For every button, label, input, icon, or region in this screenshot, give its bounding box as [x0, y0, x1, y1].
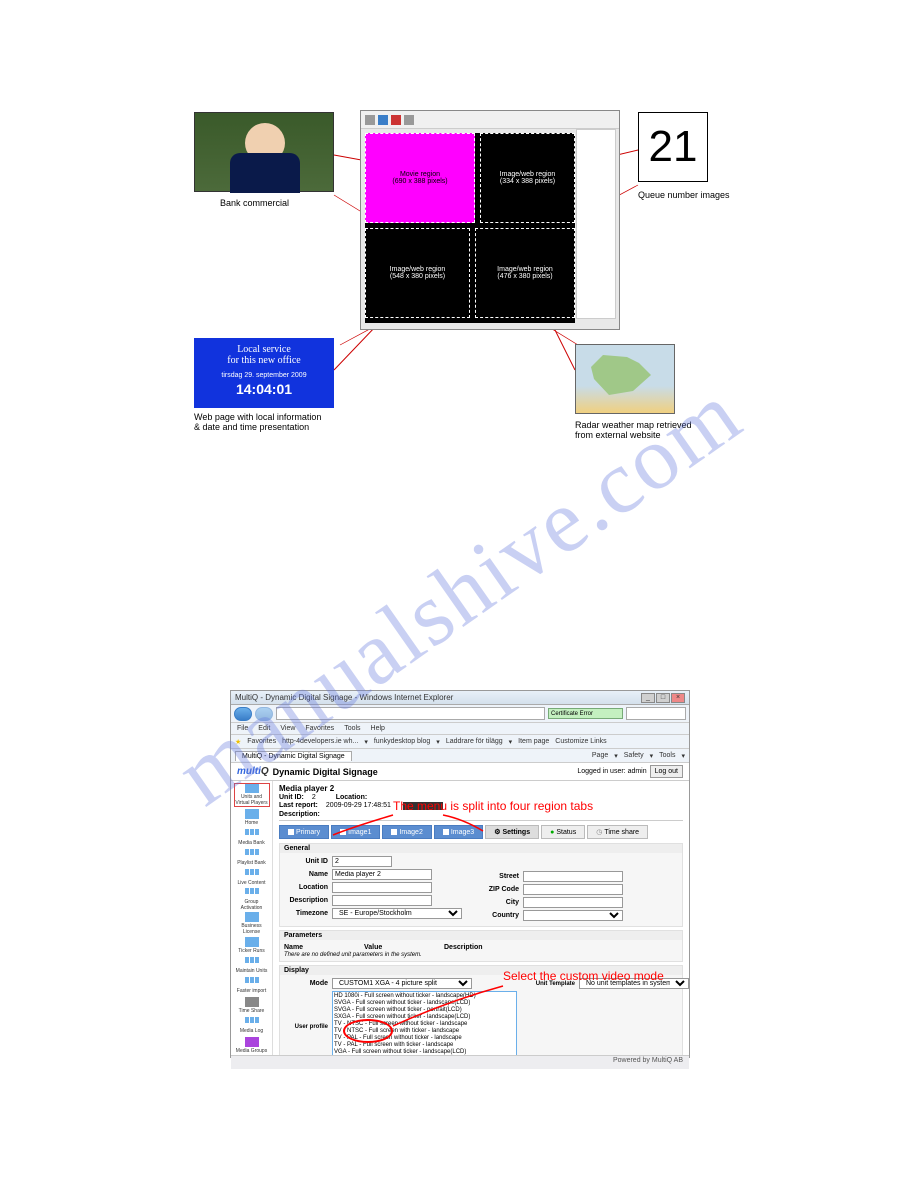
sidebar-item-license[interactable]: Business License	[234, 912, 270, 935]
app-footer: Powered by MultiQ AB	[231, 1055, 689, 1069]
app-header: multiQ Dynamic Digital Signage Logged in…	[231, 763, 689, 781]
sidebar-item-playlist-bank[interactable]: Playlist Bank	[234, 848, 270, 867]
menu-help[interactable]: Help	[371, 725, 385, 732]
toolbar-page[interactable]: Page	[592, 752, 608, 760]
sidebar: Units and Virtual Players Home Media Ban…	[231, 781, 273, 1055]
page-tab[interactable]: MultiQ - Dynamic Digital Signage	[235, 751, 352, 761]
fav-link-1[interactable]: http-4developers.ie wh...	[282, 738, 358, 745]
image-web-region-3: Image/web region(476 x 380 pixels)	[475, 228, 575, 318]
parameters-note: There are no defined unit parameters in …	[284, 952, 678, 958]
sidebar-item-units[interactable]: Units and Virtual Players	[234, 783, 270, 807]
clock-icon: ◷	[596, 828, 602, 836]
url-input[interactable]	[276, 707, 545, 720]
menu-view[interactable]: View	[280, 725, 295, 732]
unit-title: Media player 2	[279, 784, 683, 793]
general-section: General Unit ID Name Location Descriptio…	[279, 843, 683, 927]
logged-in-text: Logged in user: admin	[577, 768, 646, 775]
menu-favorites[interactable]: Favorites	[305, 725, 334, 732]
parameters-heading: Parameters	[280, 931, 682, 940]
image-web-region-1: Image/web region(334 x 388 pixels)	[480, 133, 575, 223]
bank-commercial-image	[194, 112, 334, 192]
sidebar-item-ticker[interactable]: Ticker Runs	[234, 936, 270, 955]
tab-primary[interactable]: Primary	[279, 825, 329, 839]
figure-layout-diagram: Bank commercial Movie region(690 x 388 p…	[180, 100, 740, 450]
favorites-label: Favorites	[247, 738, 276, 745]
image-web-region-2: Image/web region(548 x 380 pixels)	[365, 228, 470, 318]
menu-tools[interactable]: Tools	[344, 725, 360, 732]
sidebar-item-medialog[interactable]: Media Log	[234, 1016, 270, 1035]
annotation-tabs: The menu is split into four region tabs	[393, 799, 593, 813]
city-input[interactable]	[523, 897, 623, 908]
favorites-icon[interactable]: ★	[235, 738, 241, 746]
sidebar-item-mediagroups[interactable]: Media Groups	[234, 1036, 270, 1055]
name-input[interactable]	[332, 869, 432, 880]
favorites-bar: ★ Favorites http-4developers.ie wh...▾ f…	[231, 735, 689, 749]
menu-edit[interactable]: Edit	[258, 725, 270, 732]
local-caption: Web page with local information& date an…	[194, 412, 321, 432]
local-info-webpage: Local servicefor this new office tirsdag…	[194, 338, 334, 408]
description-input[interactable]	[332, 895, 432, 906]
timezone-select[interactable]: SE - Europe/Stockholm	[332, 908, 462, 919]
app-logo: multiQ	[237, 766, 269, 777]
window-titlebar: MultiQ - Dynamic Digital Signage - Windo…	[231, 691, 689, 705]
search-input[interactable]	[626, 707, 686, 720]
sidebar-item-group-activation[interactable]: Group Activation	[234, 888, 270, 911]
browser-menubar: File Edit View Favorites Tools Help	[231, 723, 689, 735]
minimize-button[interactable]: _	[641, 693, 655, 703]
fav-link-4[interactable]: Item page	[518, 738, 549, 745]
radar-weather-map	[575, 344, 675, 414]
annotation-mode: Select the custom video mode	[503, 969, 664, 983]
browser-tabbar: MultiQ - Dynamic Digital Signage Page▾ S…	[231, 749, 689, 763]
back-button[interactable]	[234, 707, 252, 721]
fav-link-2[interactable]: funkydesktop blog	[374, 738, 430, 745]
annotation-mode-arrow	[388, 981, 508, 1031]
toolbar-tools[interactable]: Tools	[659, 752, 675, 760]
sidebar-item-import[interactable]: Faster import	[234, 976, 270, 995]
street-input[interactable]	[523, 871, 623, 882]
country-select[interactable]	[523, 910, 623, 921]
sidebar-item-timeshare[interactable]: Time Share	[234, 996, 270, 1015]
address-bar: Certificate Error	[231, 705, 689, 723]
layout-editor-window: Movie region(690 x 388 pixels) Image/web…	[360, 110, 620, 330]
general-heading: General	[280, 844, 682, 853]
parameters-section: Parameters NameValueDescription There ar…	[279, 930, 683, 962]
radar-caption: Radar weather map retrievedfrom external…	[575, 420, 692, 440]
unit-id-input[interactable]	[332, 856, 392, 867]
queue-caption: Queue number images	[638, 190, 730, 200]
tab-timeshare[interactable]: ◷Time share	[587, 825, 648, 839]
fav-link-5[interactable]: Customize Links	[555, 738, 606, 745]
sidebar-item-home[interactable]: Home	[234, 808, 270, 827]
menu-file[interactable]: File	[237, 725, 248, 732]
window-title: MultiQ - Dynamic Digital Signage - Windo…	[235, 693, 453, 702]
zip-input[interactable]	[523, 884, 623, 895]
certificate-warning[interactable]: Certificate Error	[548, 708, 623, 719]
sidebar-item-live-content[interactable]: Live Content	[234, 868, 270, 887]
sidebar-item-maintain[interactable]: Maintain Units	[234, 956, 270, 975]
sidebar-item-media-bank[interactable]: Media Bank	[234, 828, 270, 847]
browser-window: MultiQ - Dynamic Digital Signage - Windo…	[230, 690, 690, 1058]
location-input[interactable]	[332, 882, 432, 893]
bank-caption: Bank commercial	[220, 198, 289, 208]
queue-number-image: 21	[638, 112, 708, 182]
logout-button[interactable]: Log out	[650, 765, 683, 778]
toolbar-safety[interactable]: Safety	[624, 752, 644, 760]
close-button[interactable]: ×	[671, 693, 685, 703]
main-panel: Media player 2 Unit ID:2 Location: Last …	[273, 781, 689, 1055]
fav-link-3[interactable]: Laddrare för tilägg	[446, 738, 503, 745]
maximize-button[interactable]: □	[656, 693, 670, 703]
annotation-mode-circle	[343, 1019, 393, 1043]
forward-button[interactable]	[255, 707, 273, 721]
app-subtitle: Dynamic Digital Signage	[273, 767, 378, 777]
movie-region: Movie region(690 x 388 pixels)	[365, 133, 475, 223]
